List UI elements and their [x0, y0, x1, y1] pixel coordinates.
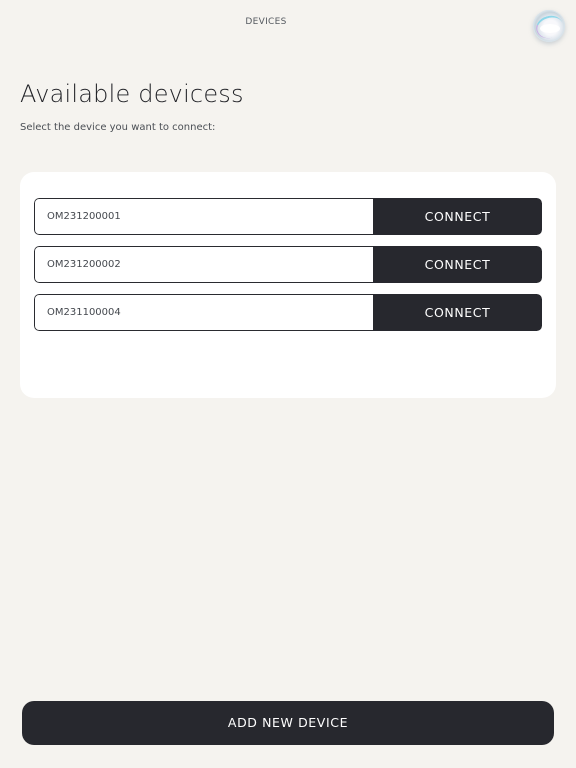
add-new-device-button[interactable]: ADD NEW DEVICE: [22, 701, 554, 745]
device-row: OM231200001 CONNECT: [34, 198, 542, 235]
connect-button[interactable]: CONNECT: [373, 294, 542, 331]
device-row: OM231100004 CONNECT: [34, 294, 542, 331]
device-serial-field[interactable]: OM231100004: [34, 294, 373, 331]
device-serial-field[interactable]: OM231200001: [34, 198, 373, 235]
connect-button[interactable]: CONNECT: [373, 198, 542, 235]
device-row: OM231200002 CONNECT: [34, 246, 542, 283]
orb-logo-icon[interactable]: [533, 10, 565, 42]
subtitle: Select the device you want to connect:: [20, 122, 216, 133]
device-serial-field[interactable]: OM231200002: [34, 246, 373, 283]
connect-button[interactable]: CONNECT: [373, 246, 542, 283]
page-title: DEVICES: [245, 17, 287, 27]
device-list-card: OM231200001 CONNECT OM231200002 CONNECT …: [20, 172, 556, 398]
main-heading: Available devicess: [20, 80, 244, 108]
